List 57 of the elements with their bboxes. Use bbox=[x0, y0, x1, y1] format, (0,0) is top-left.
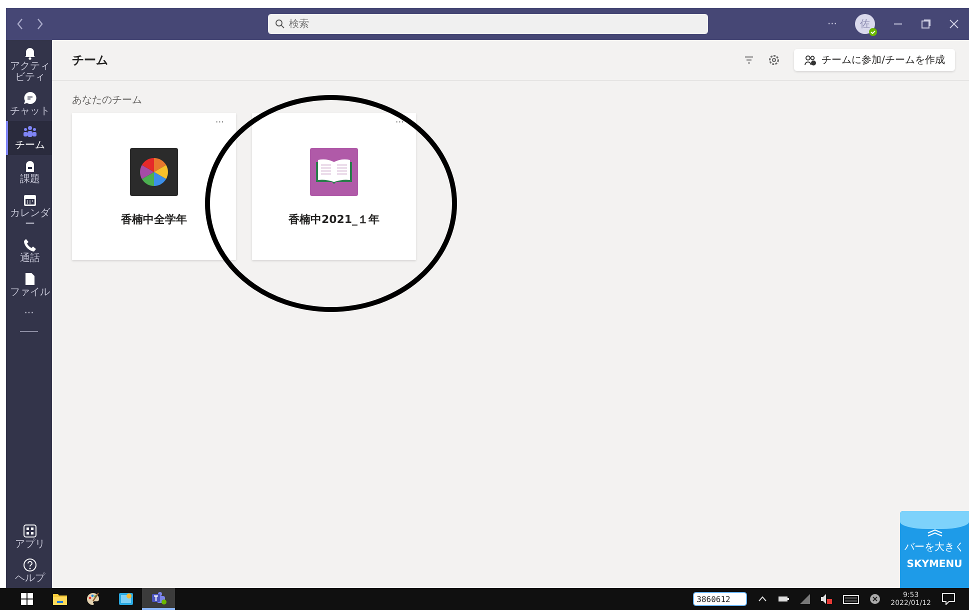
join-or-create-team-button[interactable]: チームに参加/チームを作成 bbox=[794, 49, 955, 71]
windows-start-icon[interactable] bbox=[20, 593, 32, 605]
page-title: チーム bbox=[72, 52, 108, 68]
apps-icon bbox=[23, 524, 37, 538]
sidebar-item[interactable]: ヘルプ bbox=[6, 554, 52, 588]
backpack-icon bbox=[23, 159, 37, 173]
sidebar-item[interactable]: 課題 bbox=[6, 155, 52, 189]
skymenu-logo-text: SKYMENU bbox=[906, 559, 962, 570]
forward-icon[interactable] bbox=[36, 18, 44, 30]
calendar-icon bbox=[23, 193, 37, 207]
more-apps[interactable]: ··· bbox=[6, 308, 52, 319]
network-icon[interactable] bbox=[800, 594, 810, 604]
notification-icon[interactable] bbox=[942, 593, 955, 605]
book-icon bbox=[310, 148, 358, 196]
team-card[interactable]: ··· 香楠中2021_１年 bbox=[252, 113, 416, 260]
sidebar-item[interactable]: アプリ bbox=[6, 520, 52, 554]
section-title: あなたのチーム bbox=[72, 94, 143, 107]
folder-icon[interactable] bbox=[52, 593, 66, 605]
color-wheel-icon bbox=[130, 148, 178, 196]
people-add-icon bbox=[804, 54, 817, 66]
enlarge-bar-label: バーを大きく bbox=[904, 540, 964, 554]
keyboard-icon[interactable] bbox=[842, 594, 859, 604]
team-name: 香楠中全学年 bbox=[121, 212, 187, 227]
chat-icon bbox=[23, 91, 37, 105]
sidebar-item[interactable]: ファイル bbox=[6, 268, 52, 302]
status-check-icon bbox=[869, 28, 877, 36]
battery-icon[interactable] bbox=[778, 596, 789, 602]
team-name: 香楠中2021_１年 bbox=[288, 212, 380, 227]
help-icon bbox=[23, 558, 37, 572]
back-icon[interactable] bbox=[16, 18, 24, 30]
bell-icon bbox=[23, 46, 37, 60]
close-icon[interactable] bbox=[949, 19, 959, 29]
photo-viewer-icon[interactable] bbox=[118, 592, 132, 606]
ime-input-field[interactable]: 3860612 bbox=[692, 592, 747, 606]
speaker-muted-icon[interactable] bbox=[820, 594, 832, 604]
sidebar-item[interactable]: チャット bbox=[6, 87, 52, 121]
double-chevron-up-icon bbox=[926, 529, 944, 537]
more-options[interactable]: ··· bbox=[395, 118, 404, 128]
teams-app-icon[interactable] bbox=[150, 591, 166, 605]
sidebar-item[interactable]: アクティビティ bbox=[6, 42, 52, 87]
chevron-up-icon[interactable] bbox=[758, 596, 767, 602]
sidebar-item[interactable]: チーム bbox=[6, 121, 52, 155]
team-icon bbox=[23, 125, 37, 139]
maximize-icon[interactable] bbox=[921, 19, 931, 29]
palette-icon[interactable] bbox=[86, 592, 100, 606]
file-icon bbox=[23, 272, 37, 286]
skymenu-header bbox=[900, 511, 969, 529]
filter-icon[interactable] bbox=[744, 56, 754, 64]
sidebar-item[interactable]: カレンダー bbox=[6, 189, 52, 234]
team-card[interactable]: ··· 香楠中全学年 bbox=[72, 113, 236, 260]
more-options[interactable]: ··· bbox=[827, 18, 837, 30]
phone-icon bbox=[23, 238, 37, 252]
sidebar-item[interactable]: 通話 bbox=[6, 234, 52, 268]
settings-icon[interactable] bbox=[768, 54, 780, 66]
search-field[interactable]: 検索 bbox=[268, 14, 708, 34]
close-circle-icon[interactable] bbox=[870, 594, 880, 604]
more-options[interactable]: ··· bbox=[215, 118, 224, 128]
